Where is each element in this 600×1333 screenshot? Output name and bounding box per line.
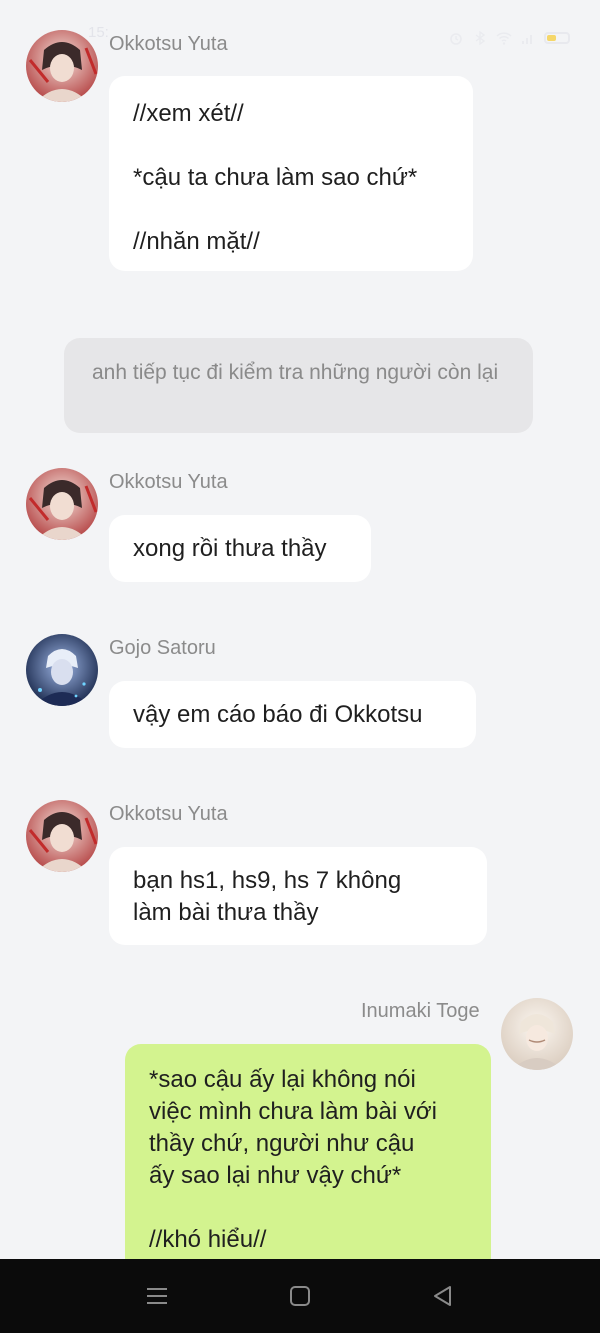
message-line: //khó hiểu// xyxy=(149,1226,267,1253)
alarm-icon xyxy=(448,30,464,46)
status-bar xyxy=(448,22,570,54)
message-line: bạn hs1, hs9, hs 7 không xyxy=(133,867,402,894)
avatar-okkotsu[interactable] xyxy=(26,30,98,102)
menu-icon[interactable] xyxy=(144,1283,170,1309)
navigation-bar xyxy=(0,1259,600,1333)
avatar-inumaki[interactable] xyxy=(501,998,573,1070)
message-line: //nhăn mặt// xyxy=(133,228,260,255)
message-line: thầy chứ, người như cậu xyxy=(149,1130,415,1157)
status-time: 15: xyxy=(88,24,109,41)
sender-name: Gojo Satoru xyxy=(109,637,216,659)
narration-bubble[interactable]: anh tiếp tục đi kiểm tra những người còn… xyxy=(64,338,533,433)
home-icon[interactable] xyxy=(287,1283,313,1309)
wifi-icon xyxy=(496,30,512,46)
sender-name: Okkotsu Yuta xyxy=(109,33,228,55)
message-line: làm bài thưa thầy xyxy=(133,899,319,926)
message-text: vậy em cáo báo đi Okkotsu xyxy=(133,701,423,728)
signal-icon xyxy=(520,30,536,46)
battery-icon xyxy=(544,32,570,44)
avatar-gojo[interactable] xyxy=(26,634,98,706)
message-line: //xem xét// xyxy=(133,100,244,127)
message-bubble[interactable]: xong rồi thưa thầy xyxy=(109,515,371,582)
message-line xyxy=(133,194,449,226)
message-line xyxy=(133,130,449,162)
message-bubble[interactable]: vậy em cáo báo đi Okkotsu xyxy=(109,681,476,748)
message-line: *cậu ta chưa làm sao chứ* xyxy=(133,164,418,191)
message-line: *sao cậu ấy lại không nói xyxy=(149,1066,416,1093)
avatar-okkotsu[interactable] xyxy=(26,468,98,540)
sender-name: Okkotsu Yuta xyxy=(109,803,228,825)
message-line: ấy sao lại như vậy chứ* xyxy=(149,1162,402,1189)
sender-name: Okkotsu Yuta xyxy=(109,471,228,493)
sender-name: Inumaki Toge xyxy=(361,1000,480,1022)
bluetooth-icon xyxy=(472,30,488,46)
message-text: xong rồi thưa thầy xyxy=(133,535,327,562)
own-message-bubble[interactable]: *sao cậu ấy lại không nói việc mình chưa… xyxy=(125,1044,491,1274)
message-line xyxy=(149,1192,467,1224)
message-bubble[interactable]: bạn hs1, hs9, hs 7 không làm bài thưa th… xyxy=(109,847,487,945)
message-bubble[interactable]: //xem xét// *cậu ta chưa làm sao chứ* //… xyxy=(109,76,473,271)
avatar-okkotsu[interactable] xyxy=(26,800,98,872)
message-line: việc mình chưa làm bài với xyxy=(149,1098,437,1125)
back-icon[interactable] xyxy=(430,1283,456,1309)
